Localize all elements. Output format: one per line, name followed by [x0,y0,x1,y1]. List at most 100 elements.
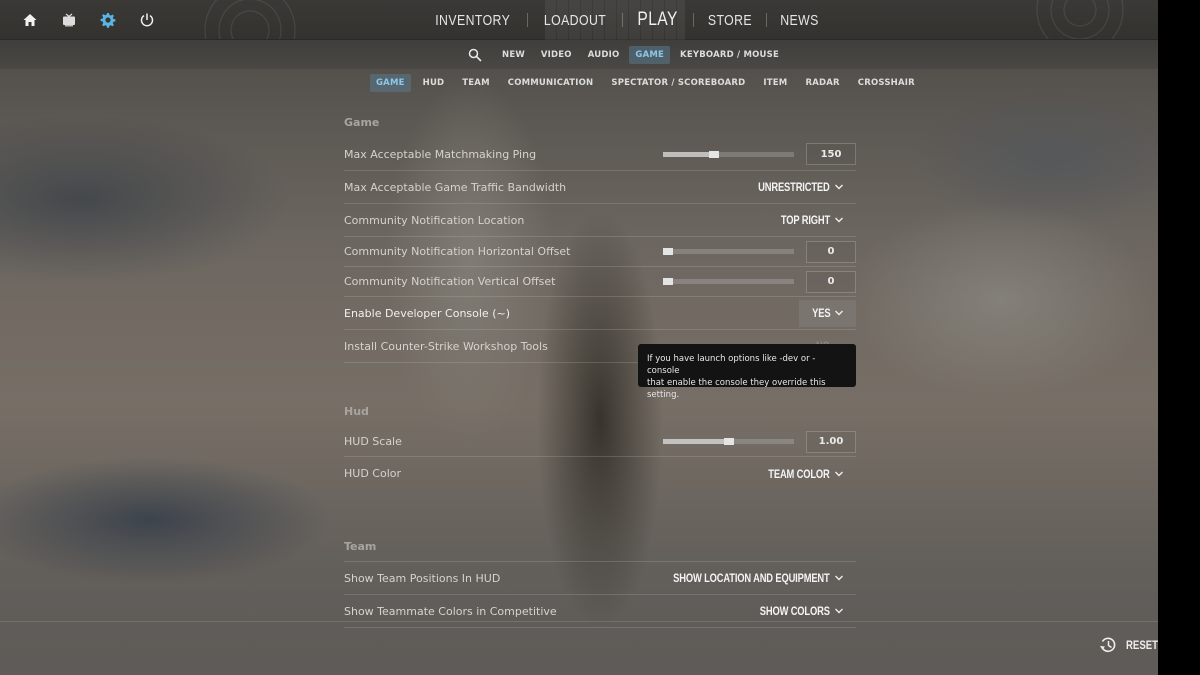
search-icon [468,48,482,62]
home-icon [23,14,36,26]
history-reset-icon [1100,637,1116,653]
chevron-down-icon [835,608,843,614]
settings-tab-bar: NEW VIDEO AUDIO GAME KEYBOARD / MOUSE [0,40,1158,69]
dropdown-value: TOP RIGHT [780,213,830,227]
hud-color-dropdown[interactable]: TEAM COLOR [743,460,856,487]
developer-console-dropdown[interactable]: YES [798,299,856,327]
tab-audio[interactable]: AUDIO [582,46,626,64]
tab-video[interactable]: VIDEO [535,46,578,64]
category-hud[interactable]: HUD [417,74,451,92]
setting-row-developer-console: Enable Developer Console (~) YES [344,297,856,330]
matchmaking-ping-slider[interactable] [663,150,794,158]
setting-label: HUD Color [344,467,402,480]
reset-label: RESET [1126,638,1158,652]
settings-screen: INVENTORY LOADOUT PLAY STORE NEWS NEW VI… [0,0,1158,675]
slider-handle[interactable] [663,248,674,255]
tooltip-line: that enable the console they override th… [647,378,826,400]
search-button[interactable] [464,45,486,65]
nav-news[interactable]: NEWS [772,12,825,29]
nav-divider [692,13,694,27]
section-title-game: Game [344,116,380,129]
setting-label: Max Acceptable Game Traffic Bandwidth [344,180,567,194]
notification-v-offset-input[interactable]: 0 [806,270,856,293]
hud-scale-slider[interactable] [663,438,794,445]
setting-row-notification-v-offset: Community Notification Vertical Offset 0 [344,267,856,297]
nav-loadout[interactable]: LOADOUT [537,12,614,29]
nav-play[interactable]: PLAY [630,9,687,31]
developer-console-tooltip: If you have launch options like -dev or … [638,344,856,400]
category-crosshair[interactable]: CROSSHAIR [852,74,921,92]
main-nav: INVENTORY LOADOUT PLAY STORE NEWS [418,0,832,40]
hud-scale-input[interactable]: 1.00 [806,430,856,453]
watch-button[interactable] [49,9,88,31]
home-button[interactable] [10,9,49,31]
team-positions-dropdown[interactable]: SHOW LOCATION AND EQUIPMENT [621,565,856,592]
dropdown-value: YES [811,306,830,320]
nav-store[interactable]: STORE [700,12,759,29]
settings-tabs: NEW VIDEO AUDIO GAME KEYBOARD / MOUSE [464,45,789,65]
tab-new[interactable]: NEW [496,46,531,64]
category-communication[interactable]: COMMUNICATION [502,74,600,92]
setting-row-traffic-bandwidth: Max Acceptable Game Traffic Bandwidth UN… [344,171,856,204]
chevron-down-icon [835,310,843,316]
footer-divider [0,621,1158,622]
tab-keyboard-mouse[interactable]: KEYBOARD / MOUSE [674,46,785,64]
gear-icon [100,13,115,28]
category-game[interactable]: GAME [370,74,411,92]
nav-inventory[interactable]: INVENTORY [428,12,518,29]
matchmaking-ping-input[interactable]: 150 [806,143,856,165]
notification-location-dropdown[interactable]: TOP RIGHT [759,207,856,234]
setting-row-hud-scale: HUD Scale 1.00 [344,427,856,457]
nav-divider [765,13,767,27]
tooltip-line: If you have launch options like -dev or … [647,354,816,376]
setting-row-notification-location: Community Notification Location TOP RIGH… [344,204,856,237]
dropdown-value: TEAM COLOR [768,466,831,481]
tab-game[interactable]: GAME [629,46,671,64]
setting-label: Community Notification Horizontal Offset [344,245,571,258]
section-title-hud: Hud [344,405,369,418]
quit-button[interactable] [127,9,166,31]
setting-row-matchmaking-ping: Max Acceptable Matchmaking Ping 150 [344,138,856,171]
setting-row-teammate-colors: Show Teammate Colors in Competitive SHOW… [344,595,856,628]
setting-label: Community Notification Vertical Offset [344,275,556,288]
chevron-down-icon [835,184,843,190]
slider-handle[interactable] [723,438,734,445]
dropdown-value: SHOW COLORS [759,604,830,618]
section-title-team: Team [344,534,856,562]
setting-label: Community Notification Location [344,213,525,227]
category-item[interactable]: ITEM [757,74,793,92]
setting-label: Show Team Positions In HUD [344,571,501,585]
tv-icon [62,13,75,27]
slider-handle[interactable] [709,150,720,158]
setting-label: Install Counter-Strike Workshop Tools [344,339,548,353]
chevron-down-icon [835,217,843,223]
top-bar: INVENTORY LOADOUT PLAY STORE NEWS [0,0,1158,40]
setting-row-notification-h-offset: Community Notification Horizontal Offset… [344,237,856,267]
setting-label: Enable Developer Console (~) [344,306,510,320]
notification-v-offset-slider[interactable] [663,278,794,285]
category-spectator-scoreboard[interactable]: SPECTATOR / SCOREBOARD [605,74,751,92]
letterbox-edge [1158,0,1200,675]
power-icon [140,13,153,27]
notification-h-offset-slider[interactable] [663,248,794,255]
nav-divider [527,13,529,27]
setting-label: HUD Scale [344,435,402,448]
chevron-down-icon [835,471,843,476]
slider-handle[interactable] [663,278,674,285]
notification-h-offset-input[interactable]: 0 [806,240,856,263]
settings-button[interactable] [88,9,127,31]
left-icon-group [10,9,166,31]
category-team[interactable]: TEAM [456,74,495,92]
reset-button[interactable]: RESET [1099,636,1158,654]
slider-fill [663,151,715,157]
chevron-down-icon [835,575,843,581]
setting-label: Show Teammate Colors in Competitive [344,604,557,618]
dropdown-value: UNRESTRICTED [758,180,831,194]
slider-fill [663,439,729,444]
traffic-bandwidth-dropdown[interactable]: UNRESTRICTED [730,174,856,201]
setting-row-team-positions: Show Team Positions In HUD SHOW LOCATION… [344,562,856,595]
dropdown-value: SHOW LOCATION AND EQUIPMENT [673,571,831,585]
setting-label: Max Acceptable Matchmaking Ping [344,147,537,161]
category-radar[interactable]: RADAR [799,74,845,92]
